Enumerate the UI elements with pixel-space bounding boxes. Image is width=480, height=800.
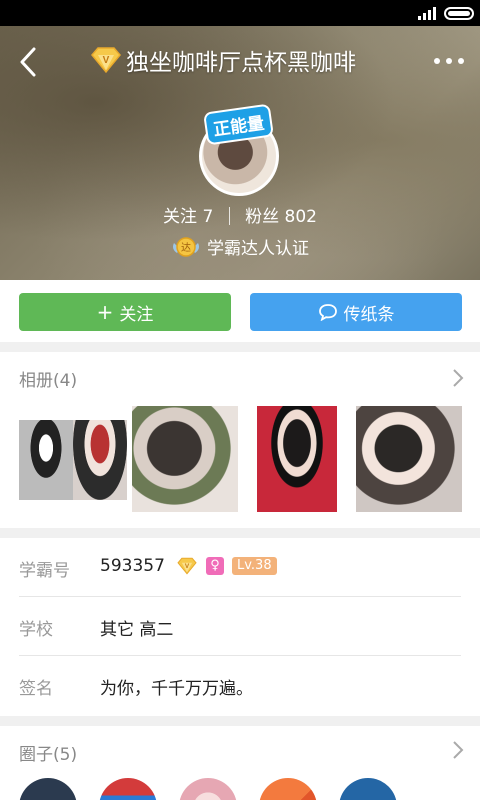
circle-avatar-2[interactable] [99,778,157,800]
certification-medal-icon: 达 [173,236,199,257]
circle-avatar-1[interactable] [19,778,77,800]
follow-button-label: 关注 [119,304,154,325]
plus-icon: + [96,300,114,324]
battery-icon [444,7,474,20]
circles-section[interactable]: 圈子(5) [0,726,480,800]
signature-value: 为你，千千万万遍。 [100,679,253,699]
signature-label: 签名 [19,679,53,699]
album-section[interactable]: 相册(4) [0,352,480,528]
svg-text:V: V [185,563,190,570]
certification-label: 学霸达人认证 [207,239,309,259]
circle-avatar-4[interactable] [259,778,317,800]
level-badge: Lv.38 [232,557,277,575]
chevron-right-icon[interactable] [452,740,464,760]
school-row: 学校 其它 高二 [0,597,480,656]
signal-icon [418,7,436,20]
send-note-button[interactable]: 传纸条 [250,293,462,331]
back-arrow-icon [20,47,36,77]
study-id-label: 学霸号 [19,561,70,581]
following-count[interactable]: 关注 7 [163,207,213,227]
user-badges: V ♀ Lv.38 [176,557,277,575]
followers-count[interactable]: 粉丝 802 [245,207,317,227]
album-photo-1[interactable] [19,420,127,500]
status-bar [0,0,480,26]
title-bar: V 独坐咖啡厅点杯黑咖啡 [90,42,356,78]
more-options-button[interactable] [434,46,466,74]
follow-stats: 关注 7 粉丝 802 [0,202,480,227]
vip-diamond-icon: V [91,47,121,74]
back-button[interactable] [14,44,44,80]
send-note-button-label: 传纸条 [343,304,395,325]
study-id-value: 593357 [100,556,165,576]
svg-text:达: 达 [181,242,191,254]
female-icon: ♀ [206,557,224,575]
divider [228,207,230,225]
action-bar: + 关注 传纸条 [0,280,480,342]
svg-text:V: V [103,55,110,66]
vip-diamond-icon: V [177,557,197,575]
album-photo-2[interactable] [132,406,238,512]
school-label: 学校 [19,620,53,640]
signature-row: 签名 为你，千千万万遍。 [0,656,480,715]
school-value: 其它 高二 [100,620,174,640]
profile-header: V 独坐咖啡厅点杯黑咖啡 正能量 关注 7 粉丝 802 达 学霸达人认证 [0,26,480,280]
chat-bubble-icon [318,304,337,321]
circle-avatar-5[interactable] [339,778,397,800]
circle-avatar-3[interactable] [179,778,237,800]
circles-title: 圈子(5) [19,745,78,765]
follow-button[interactable]: + 关注 [19,293,231,331]
certification: 达 学霸达人认证 [0,234,480,259]
profile-info-section: 学霸号 593357 V ♀ Lv.38 学校 其它 高二 签名 为你，千千万万… [0,538,480,716]
chevron-right-icon[interactable] [452,368,464,388]
album-photo-3[interactable] [257,406,337,512]
album-photo-4[interactable] [356,406,462,512]
album-title: 相册(4) [19,371,78,391]
avatar-container[interactable]: 正能量 [199,103,283,200]
study-id-row: 学霸号 593357 V ♀ Lv.38 [0,538,480,597]
page-title: 独坐咖啡厅点杯黑咖啡 [126,50,356,76]
